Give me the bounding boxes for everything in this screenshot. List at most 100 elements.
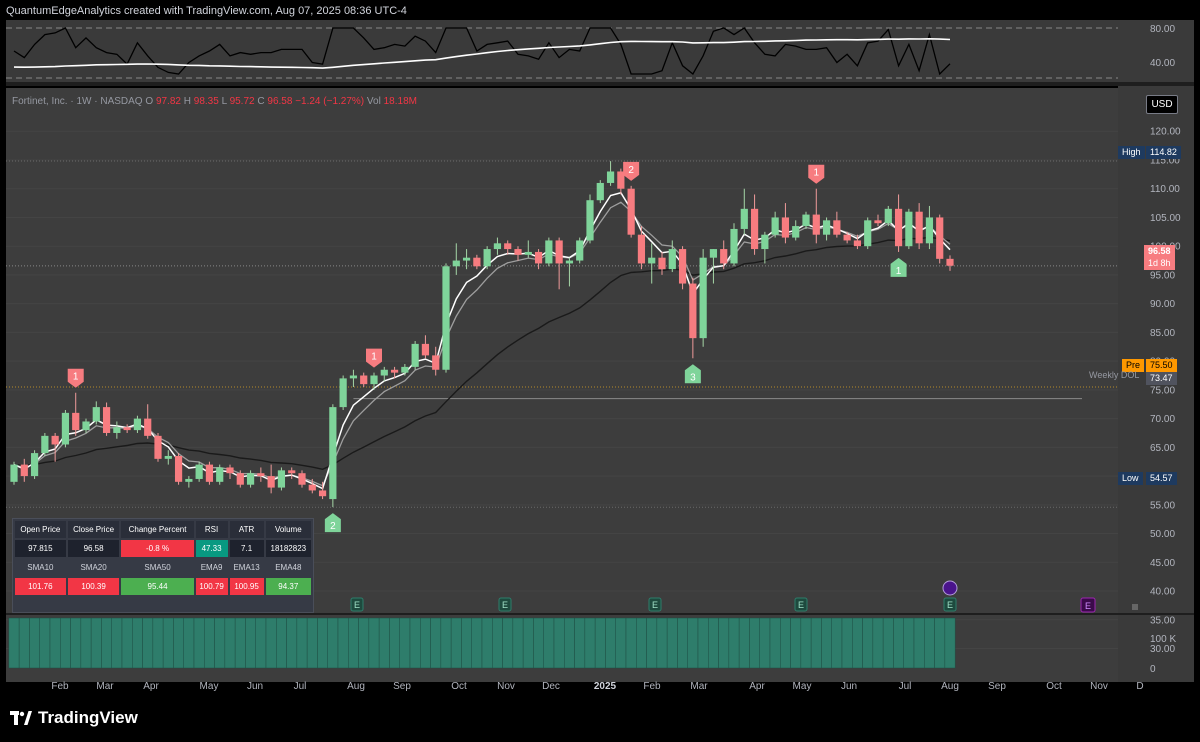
candle-body [843, 234, 851, 241]
ma-sma50: 95.44 [121, 578, 194, 595]
price-tick-label: 70.00 [1150, 414, 1175, 425]
candle-body [298, 473, 306, 485]
volume-bar [306, 617, 318, 669]
weekly-dol-label: Weekly DOL [1089, 370, 1140, 380]
candle-body [113, 427, 121, 433]
volume-bar [317, 617, 328, 669]
candle-body [699, 257, 707, 339]
close-label: C [257, 96, 265, 107]
close-value: 96.58 −1.24 (−1.27%) [267, 96, 365, 107]
price-chart[interactable]: 30.0035.0040.0045.0050.0055.0060.0065.00… [0, 0, 1200, 742]
candle-body [740, 208, 748, 229]
stats-header: Change Percent [121, 521, 194, 538]
candle-body [308, 484, 316, 491]
tradingview-logo-icon [10, 711, 32, 725]
candle-body [637, 234, 646, 264]
volume-bar [162, 617, 174, 669]
signal-marker-label: 1 [896, 266, 902, 277]
volume-bar [687, 617, 699, 669]
volume-bar [677, 617, 688, 669]
volume-bar [697, 617, 709, 669]
candle-body [720, 249, 728, 264]
price-tick-label: 30.00 [1150, 644, 1175, 655]
candle-body [174, 455, 183, 482]
candle-body [195, 464, 203, 479]
candle-body [216, 467, 224, 482]
candle-body [462, 257, 471, 261]
candle [905, 208, 913, 250]
candle [545, 237, 553, 267]
time-axis-label: Aug [347, 681, 365, 692]
candle-body [596, 182, 604, 201]
candle-body [164, 455, 172, 459]
candle-body [565, 260, 574, 264]
time-axis-label: Dec [542, 681, 560, 692]
brand-name: TradingView [38, 708, 138, 727]
volume-bar [882, 617, 894, 669]
volume-bar [574, 617, 586, 669]
time-axis-label: Apr [749, 681, 765, 692]
candle-body [123, 427, 131, 431]
earnings-marker-label: E [798, 600, 804, 610]
volume-label: Vol [366, 96, 381, 107]
ma-header: SMA10 [27, 563, 54, 572]
candle [277, 467, 286, 491]
open-value: 97.82 [155, 96, 181, 107]
volume-bar [245, 617, 256, 669]
stats-header: Open Price [15, 521, 66, 538]
volume-bar [8, 617, 20, 669]
volume-bar [821, 617, 832, 669]
candle-body [360, 375, 368, 385]
candle-body [668, 249, 676, 270]
price-tick-label: 105.00 [1150, 213, 1181, 224]
candle [936, 214, 944, 264]
signal-marker-label: 1 [814, 168, 820, 179]
volume-bar [440, 617, 452, 669]
candle-body [30, 453, 39, 477]
volume-bar [831, 617, 843, 669]
candle [678, 246, 687, 290]
time-axis-label: Jul [899, 681, 912, 692]
candle-body [555, 240, 563, 264]
time-axis-label: Apr [143, 681, 159, 692]
ma-header: EMA48 [275, 563, 302, 572]
low-marker-value: 54.57 [1146, 472, 1177, 485]
volume-bar [872, 617, 884, 669]
volume-bar [121, 617, 133, 669]
volume-bar [728, 617, 740, 669]
volume-bar [60, 617, 71, 669]
candle-body [257, 473, 265, 477]
candle-body [51, 435, 59, 445]
candle-body [771, 217, 779, 235]
currency-button[interactable]: USD [1146, 95, 1178, 114]
volume-bar [636, 617, 647, 669]
candle-body [802, 214, 810, 227]
candle [216, 464, 224, 485]
candle [41, 432, 49, 456]
volume-bar [625, 617, 637, 669]
candle [864, 217, 872, 250]
volume-bar [18, 617, 30, 669]
candle [442, 263, 450, 373]
chart-window: QuantumEdgeAnalytics created with Tradin… [0, 0, 1200, 742]
volume-bar [80, 617, 92, 669]
candle-body [812, 214, 820, 235]
ma-header: EMA13 [233, 563, 260, 572]
volume-bar [512, 617, 524, 669]
volume-bar [90, 617, 102, 669]
volume-bar [296, 617, 308, 669]
stats-atr: 7.1 [229, 540, 264, 557]
volume-bar [492, 617, 503, 669]
low-value: 95.72 [229, 96, 255, 107]
volume-bar [656, 617, 668, 669]
candle-body [144, 418, 152, 436]
volume-bar [29, 617, 40, 669]
time-axis-label: Sep [393, 681, 411, 692]
high-label: H [183, 96, 191, 107]
time-axis-label: Jun [247, 681, 263, 692]
time-axis-label: Mar [690, 681, 708, 692]
candle-body [936, 217, 944, 259]
volume-bar [533, 617, 544, 669]
ma-ema48: 94.37 [265, 578, 311, 595]
candle-body [689, 283, 697, 339]
